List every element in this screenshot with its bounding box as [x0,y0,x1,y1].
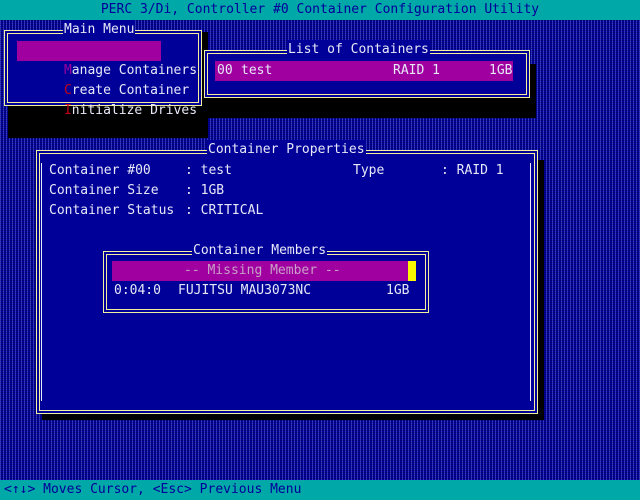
container-row-id: 00 [217,63,233,78]
container-row-name: test [241,63,273,78]
container-size-label: Container Size [49,183,159,198]
member-row[interactable]: 0:04:0 FUJITSU MAU3073NC 1GB [112,281,416,301]
containers-list-title: List of Containers [287,40,430,60]
properties-right-rule [530,163,531,401]
container-number-label: Container #00 [49,163,151,178]
status-bar-hint: <↑↓> Moves Cursor, <Esc> Previous Menu [4,482,302,497]
members-panel: Container Members -- Missing Member -- 0… [103,241,429,313]
menu-item-create-container[interactable]: Create Container [17,61,189,98]
type-value: : RAID 1 [441,163,504,178]
containers-list-panel: List of Containers 00 test RAID 1 1GB [204,40,530,98]
container-row[interactable]: 00 test RAID 1 1GB [215,61,513,81]
menu-item-manage-containers[interactable]: Manage Containers [17,41,197,78]
member-model: FUJITSU MAU3073NC [178,283,312,298]
member-size: 1GB [386,283,410,298]
container-name-value: : test [185,163,232,178]
type-label: Type [353,163,385,178]
menu-item-initialize-drives[interactable]: Initialize Drives [17,81,197,118]
title-bar: PERC 3/Di, Controller #0 Container Confi… [0,0,640,20]
status-bar: <↑↓> Moves Cursor, <Esc> Previous Menu [0,480,640,500]
properties-title: Container Properties [207,140,366,160]
properties-panel: Container Properties Container #00 : tes… [36,140,538,414]
missing-member-label: -- Missing Member -- [184,263,341,278]
container-size-value: : 1GB [185,183,225,198]
menu-label-initialize: nitialize Drives [71,103,198,118]
container-status-value: : CRITICAL [185,203,264,218]
container-status-label: Container Status [49,203,175,218]
main-menu-title: Main Menu [63,20,136,40]
menu-hotkey-initialize: I [63,103,72,118]
cursor-block [408,261,416,281]
app-title: PERC 3/Di, Controller #0 Container Confi… [100,2,540,17]
properties-left-rule [41,163,42,401]
container-row-size: 1GB [489,63,513,78]
members-title: Container Members [192,241,328,261]
container-row-raid: RAID 1 [393,63,440,78]
main-menu-panel: Main Menu Manage Containers Create Conta… [4,20,202,118]
member-address: 0:04:0 [114,283,161,298]
missing-member-row[interactable]: -- Missing Member -- [112,261,408,281]
